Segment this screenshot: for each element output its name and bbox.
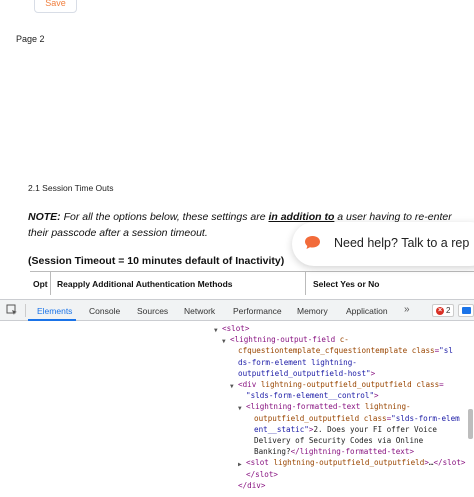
note-label: NOTE: — [28, 211, 61, 223]
help-chat-button[interactable]: Need help? Talk to a rep — [292, 222, 474, 266]
code-token: </lightning-formatted-text> — [290, 447, 415, 457]
dom-tree-line[interactable]: Banking?</lightning-formatted-text> — [254, 446, 414, 457]
message-icon — [462, 307, 471, 314]
page-label: Page 2 — [16, 34, 45, 44]
chat-bubble-icon — [305, 236, 320, 249]
code-token: 2. Does your FI offer Voice — [313, 424, 437, 434]
table-header-cell: Reapply Additional Authentication Method… — [51, 272, 306, 295]
dom-tree-scrollbar[interactable] — [468, 409, 473, 439]
dom-tree-line[interactable]: outputfield_outputfield-host"> — [238, 368, 375, 379]
dom-tree-line[interactable]: ent__static">2. Does your FI offer Voice — [254, 424, 437, 435]
dom-tree-line[interactable]: <slot> — [222, 323, 249, 334]
options-table-header: Opt Reapply Additional Authentication Me… — [30, 271, 474, 295]
code-token: "slds-form-elem — [391, 413, 460, 423]
code-token: "sl — [439, 346, 453, 356]
code-token: cfquestiontemplate_cfquestiontemplate — [238, 346, 412, 356]
error-count: 2 — [446, 306, 451, 315]
code-token: lightning-outputfield_outputfield — [273, 458, 425, 468]
code-token: > — [374, 391, 379, 401]
expand-toggle-icon[interactable]: ▼ — [230, 381, 234, 392]
inspect-element-icon[interactable] — [6, 304, 18, 316]
devtools-tabbar: Elements Console Sources Network Perform… — [0, 299, 474, 321]
code-token: class — [363, 413, 387, 423]
code-token: lightning- — [364, 402, 411, 412]
toolbar-divider — [25, 304, 26, 317]
timeout-heading: (Session Timeout = 10 minutes default of… — [28, 255, 285, 267]
code-token: ds-form-element lightning- — [238, 357, 357, 367]
code-token: lightning-outputfield_outputfield — [260, 380, 417, 389]
dom-tree-line[interactable]: <div lightning-outputfield_outputfield c… — [238, 379, 444, 390]
dom-tree-line[interactable]: "slds-form-element__control"> — [246, 390, 379, 401]
help-chat-label: Need help? Talk to a rep — [334, 236, 470, 250]
code-token: </div> — [238, 480, 266, 490]
page-content: Save Page 2 2.1 Session Time Outs NOTE: … — [0, 0, 474, 299]
dom-tree-line[interactable]: <slot lightning-outputfield_outputfield>… — [246, 457, 465, 468]
tab-sources[interactable]: Sources — [137, 306, 168, 316]
code-token: > — [370, 368, 376, 378]
code-token: <lightning-output-field — [230, 335, 340, 345]
dom-tree-line[interactable]: </slot> — [246, 469, 278, 480]
expand-toggle-icon[interactable]: ▼ — [222, 336, 226, 347]
tab-network[interactable]: Network — [184, 306, 215, 316]
dom-tree-line[interactable]: </div> — [238, 480, 265, 491]
expand-toggle-icon[interactable]: ▼ — [238, 403, 242, 414]
dom-tree: ▼ <slot> ▼ <lightning-output-field c-cfques… — [0, 321, 474, 497]
code-token: = — [439, 380, 444, 389]
expand-toggle-icon[interactable]: ▶ — [238, 459, 242, 470]
code-token: Delivery of Security Codes via Online — [254, 436, 424, 445]
dom-tree-line[interactable]: <lightning-formatted-text lightning- — [246, 401, 411, 412]
code-token: outputfield_outputfield-host" — [238, 368, 371, 378]
code-token: class — [416, 380, 440, 389]
more-tabs-button[interactable]: » — [404, 304, 410, 315]
dom-tree-line[interactable]: outputfield_outputfield class="slds-form… — [254, 413, 460, 424]
code-token: class — [411, 346, 435, 356]
dom-tree-line[interactable]: Delivery of Security Codes via Online — [254, 435, 423, 446]
devtools-panel: Elements Console Sources Network Perform… — [0, 299, 474, 497]
dom-tree-line[interactable]: cfquestiontemplate_cfquestiontemplate cl… — [238, 345, 453, 356]
code-token: ent__static" — [254, 424, 309, 434]
tab-console[interactable]: Console — [89, 306, 120, 316]
code-token: "slds-form-element__control" — [246, 391, 375, 401]
code-token: </slot> — [433, 458, 466, 468]
code-token: Banking? — [254, 447, 291, 457]
code-token: <slot — [246, 458, 274, 468]
dom-tree-line[interactable]: <lightning-output-field c- — [230, 334, 349, 345]
code-token: <slot> — [222, 324, 250, 333]
tab-elements[interactable]: Elements — [37, 306, 72, 316]
table-header-cell: Select Yes or No — [313, 279, 380, 289]
note-text: For all the options below, these setting… — [63, 211, 266, 223]
save-button[interactable]: Save — [34, 0, 77, 13]
code-token: </slot> — [246, 469, 279, 479]
tab-application[interactable]: Application — [346, 306, 388, 316]
table-header-cell: Opt — [30, 272, 51, 295]
code-token: c- — [339, 335, 349, 345]
error-icon: × — [436, 306, 444, 315]
code-token: <div — [238, 380, 261, 389]
tab-memory[interactable]: Memory — [297, 306, 328, 316]
dom-tree-line[interactable]: ds-form-element lightning- — [238, 357, 357, 368]
tab-performance[interactable]: Performance — [233, 306, 282, 316]
code-token: outputfield_outputfield — [254, 413, 364, 423]
expand-toggle-icon[interactable]: ▼ — [214, 325, 218, 336]
issues-badge[interactable] — [458, 304, 474, 317]
code-token: <lightning-formatted-text — [246, 402, 365, 412]
error-count-badge[interactable]: × 2 — [432, 304, 455, 317]
section-title: 2.1 Session Time Outs — [28, 183, 114, 193]
